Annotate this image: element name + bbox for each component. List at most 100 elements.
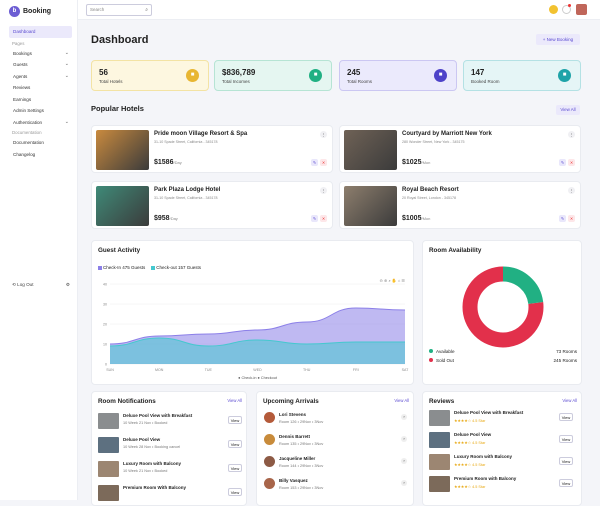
hotel-card[interactable]: Royal Beach Resort 20 Royal Street, Londo…: [339, 181, 581, 229]
view-button[interactable]: View: [228, 416, 242, 424]
notifications-view-all[interactable]: View All: [227, 398, 242, 403]
gear-icon[interactable]: ⚙: [66, 282, 70, 288]
more-options-icon[interactable]: ⋮: [568, 187, 575, 194]
guest-avatar: [264, 434, 275, 445]
sidebar-item-admin-settings[interactable]: Admin Settings: [9, 105, 72, 117]
chevron-right-icon[interactable]: ›: [401, 458, 407, 464]
sidebar-item-label: Guests: [13, 62, 28, 67]
hotel-price: $1586/Day: [154, 159, 182, 166]
arrival-item: Lori Stevens Room 126 • 29Nov • 3Nov ›: [261, 409, 409, 433]
price-period: /Mon: [421, 216, 431, 221]
x-tick-label: MON: [155, 368, 164, 372]
sidebar-item-earnings[interactable]: Earnings: [9, 94, 72, 106]
review-stars: ★★★★☆ 4.5 Star: [454, 441, 486, 445]
hotel-card[interactable]: Park Plaza Lodge Hotel 31-10 Spade Street…: [91, 181, 333, 229]
available-label-wrap: Available: [429, 349, 455, 358]
sidebar-item-changelog[interactable]: Changelog: [9, 149, 72, 161]
sidebar-item-reviews[interactable]: Reviews: [9, 82, 72, 94]
room-thumbnail: [429, 454, 450, 470]
price-period: /Day: [173, 160, 182, 165]
booked-icon: ■: [558, 69, 571, 82]
brand[interactable]: b Booking: [9, 6, 51, 17]
price-value: $1025: [402, 159, 422, 166]
chevron-down-icon: ⌄: [64, 61, 69, 67]
notification-item: Deluxe Pool View 10 Week 28 Nov • Booking…: [96, 434, 244, 458]
view-button[interactable]: View: [559, 457, 573, 465]
brand-logo-icon: b: [9, 6, 20, 17]
sidebar-item-label: Authentication: [13, 119, 43, 125]
sidebar-item-agents[interactable]: Agents ⌄: [9, 71, 72, 83]
delete-icon[interactable]: ✕: [320, 215, 327, 222]
edit-icon[interactable]: ✎: [559, 215, 566, 222]
hotel-name[interactable]: Courtyard by Marriott New York: [402, 131, 492, 137]
soldout-row: Sold Out 245 Rooms: [429, 358, 577, 367]
edit-icon[interactable]: ✎: [311, 215, 318, 222]
arrival-details: Room 153 • 29Nov • 3Nov: [279, 486, 324, 490]
y-tick-label: 0: [105, 363, 107, 367]
sidebar-item-dashboard[interactable]: Dashboard: [9, 26, 72, 38]
guest-avatar: [264, 478, 275, 489]
x-tick-label: WED: [253, 368, 262, 372]
search-placeholder: Search: [90, 7, 105, 12]
available-row: Available 73 Rooms: [429, 349, 577, 358]
chevron-right-icon[interactable]: ›: [401, 436, 407, 442]
guest-name: Billy Vasquez: [279, 478, 308, 483]
more-options-icon[interactable]: ⋮: [568, 131, 575, 138]
x-tick-label: TUE: [205, 368, 213, 372]
delete-icon[interactable]: ✕: [320, 159, 327, 166]
edit-icon[interactable]: ✎: [559, 159, 566, 166]
avatar[interactable]: [576, 4, 587, 15]
review-stars: ★★★★☆ 4.5 Star: [454, 485, 486, 489]
view-all-hotels-button[interactable]: View All: [556, 105, 580, 115]
edit-icon[interactable]: ✎: [311, 159, 318, 166]
view-button[interactable]: View: [228, 488, 242, 496]
search-input[interactable]: Search ⌕: [86, 4, 152, 16]
more-options-icon[interactable]: ⋮: [320, 187, 327, 194]
chart-legend: ● Check-in ● Checkout: [238, 376, 278, 380]
view-button[interactable]: View: [559, 413, 573, 421]
price-value: $1586: [154, 159, 174, 166]
room-thumbnail: [98, 485, 119, 501]
hotel-icon: ■: [186, 69, 199, 82]
soldout-label-wrap: Sold Out: [429, 358, 454, 367]
more-options-icon[interactable]: ⋮: [320, 131, 327, 138]
guest-avatar: [264, 456, 275, 467]
x-tick-label: FRI: [353, 368, 359, 372]
sidebar-item-guests[interactable]: Guests ⌄: [9, 59, 72, 71]
hotel-name[interactable]: Royal Beach Resort: [402, 187, 459, 193]
soldout-label: Sold Out: [436, 358, 454, 363]
view-button[interactable]: View: [559, 479, 573, 487]
reviews-view-all[interactable]: View All: [562, 398, 577, 403]
search-icon[interactable]: ⌕: [145, 5, 148, 15]
hotel-name[interactable]: Park Plaza Lodge Hotel: [154, 187, 220, 193]
sidebar-item-documentation[interactable]: Documentation: [9, 137, 72, 149]
stat-value: 56: [99, 68, 108, 77]
stat-card: 147 Booked Room ■: [463, 60, 581, 91]
hotel-price: $1005/Mon: [402, 215, 430, 222]
view-button[interactable]: View: [228, 464, 242, 472]
sidebar-section-label: Documentation: [12, 130, 42, 135]
logout-row[interactable]: ⟲ Log Out ⚙: [12, 282, 70, 288]
view-button[interactable]: View: [228, 440, 242, 448]
theme-icon[interactable]: [549, 5, 558, 14]
income-icon: ■: [309, 69, 322, 82]
y-tick-label: 30: [103, 303, 107, 307]
soldout-value: 245 Rooms: [553, 358, 578, 363]
delete-icon[interactable]: ✕: [568, 215, 575, 222]
sidebar-item-authentication[interactable]: Authentication ⌄: [9, 117, 72, 129]
logout-link[interactable]: ⟲ Log Out: [12, 282, 34, 288]
view-button[interactable]: View: [559, 435, 573, 443]
hotel-card[interactable]: Pride moon Village Resort & Spa 31-10 Spa…: [91, 125, 333, 173]
guest-activity-chart: 0 10 20 30 40 SUN MON TUE WED THU FRI SAT ● Check-in…: [103, 283, 409, 381]
chevron-right-icon[interactable]: ›: [401, 480, 407, 486]
new-booking-button[interactable]: + New Booking: [536, 34, 580, 45]
guest-name: Dennis Barrett: [279, 434, 311, 439]
hotel-card[interactable]: Courtyard by Marriott New York 280 Wonder…: [339, 125, 581, 173]
arrivals-view-all[interactable]: View All: [394, 398, 409, 403]
chevron-right-icon[interactable]: ›: [401, 414, 407, 420]
availability-legend: Available 73 Rooms Sold Out 245 Rooms: [429, 349, 577, 367]
sidebar-item-bookings[interactable]: Bookings ⌄: [9, 48, 72, 60]
y-tick-label: 10: [103, 343, 107, 347]
delete-icon[interactable]: ✕: [568, 159, 575, 166]
hotel-name[interactable]: Pride moon Village Resort & Spa: [154, 131, 247, 137]
